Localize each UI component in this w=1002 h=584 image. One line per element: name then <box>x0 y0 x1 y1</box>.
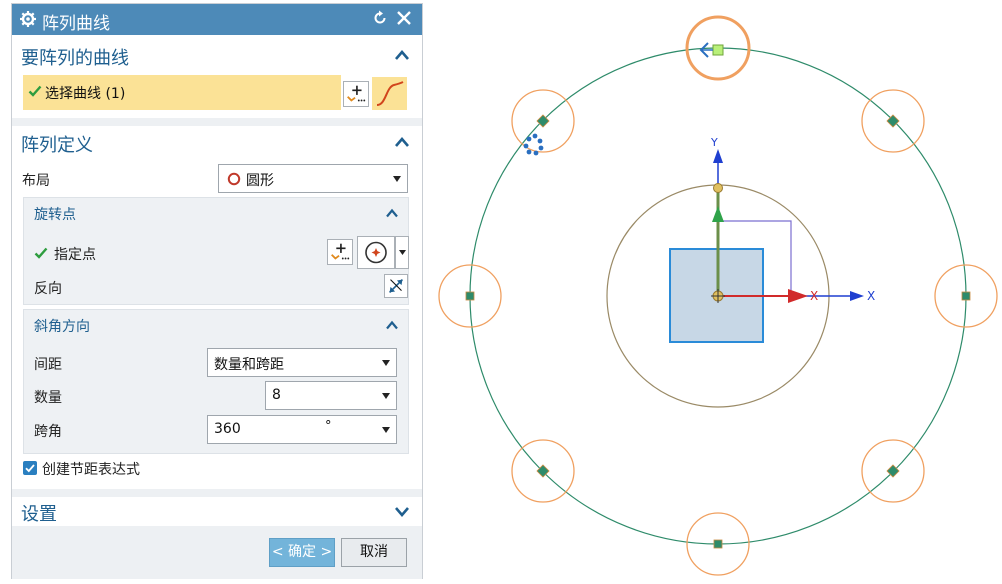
y-handle-arrow-icon[interactable] <box>712 206 724 222</box>
count-input[interactable]: 8 <box>265 381 397 410</box>
layout-label: 布局 <box>22 173 50 189</box>
angle-direction-group: 斜角方向 间距 数量和跨距 数量 8 跨角 360 ° <box>23 309 409 454</box>
title-bar: 阵列曲线 <box>12 4 422 35</box>
select-curve-row[interactable]: 选择曲线 (1) <box>23 75 341 110</box>
start-point-marker[interactable] <box>712 44 724 56</box>
array-curve-dialog: 阵列曲线 要阵列的曲线 选择曲线 (1) 阵列定义 布局 圆形 旋转点 指定点 … <box>11 3 423 579</box>
point-constructor-icon <box>365 241 387 264</box>
section-gap <box>12 118 422 126</box>
layout-dropdown[interactable]: 圆形 <box>218 164 408 193</box>
layout-value: 圆形 <box>246 173 274 189</box>
cancel-button[interactable]: 取消 <box>341 538 407 567</box>
angle-direction-header[interactable]: 斜角方向 <box>24 310 408 340</box>
spacing-label: 间距 <box>34 357 62 373</box>
x-axis-arrow-icon <box>850 291 864 301</box>
array-def-section-title: 阵列定义 <box>21 135 93 156</box>
span-value: 360 <box>214 421 241 437</box>
close-icon[interactable] <box>396 10 412 26</box>
curve-select-button[interactable] <box>372 77 407 110</box>
add-point-button[interactable] <box>327 239 353 265</box>
chevron-down-icon <box>382 427 390 433</box>
settings-section-title: 设置 <box>21 504 57 525</box>
create-expression-checkbox[interactable] <box>23 461 37 475</box>
checkmark-icon <box>28 85 42 97</box>
count-label: 数量 <box>34 390 62 406</box>
array-def-section-header[interactable]: 阵列定义 <box>12 127 422 157</box>
chevron-down-icon <box>382 360 390 366</box>
select-curve-label: 选择曲线 (1) <box>45 86 126 102</box>
point-marker <box>961 291 971 301</box>
point-marker <box>713 539 723 549</box>
reverse-direction-button[interactable] <box>384 274 408 298</box>
angle-direction-title: 斜角方向 <box>34 319 90 335</box>
point-dialog-button[interactable] <box>357 236 395 269</box>
circle-layout-icon <box>227 172 241 186</box>
checkbox-check-icon <box>25 464 35 473</box>
add-curve-button[interactable] <box>343 81 369 107</box>
create-expression-label: 创建节距表达式 <box>42 462 140 478</box>
curves-section-header[interactable]: 要阵列的曲线 <box>12 40 422 70</box>
chevron-up-icon[interactable] <box>394 48 410 62</box>
chevron-down-icon <box>399 250 406 255</box>
add-selection-icon <box>347 85 366 102</box>
chevron-up-icon[interactable] <box>386 208 398 218</box>
point-options-dropdown[interactable] <box>395 236 409 269</box>
reverse-direction-icon <box>388 278 404 294</box>
reset-icon[interactable] <box>372 10 388 26</box>
handle-knob[interactable] <box>713 183 723 193</box>
specify-point-label: 指定点 <box>54 247 96 263</box>
degree-unit: ° <box>325 419 332 434</box>
curve-icon <box>376 81 404 106</box>
checkmark-icon <box>34 247 48 259</box>
chevron-down-icon <box>382 393 390 399</box>
gear-icon <box>20 11 36 27</box>
rotation-point-title: 旋转点 <box>34 207 76 223</box>
curves-section-title: 要阵列的曲线 <box>21 48 129 69</box>
rotation-point-header[interactable]: 旋转点 <box>24 198 408 228</box>
span-label: 跨角 <box>34 424 62 440</box>
dialog-title: 阵列曲线 <box>42 14 110 34</box>
chevron-down-icon[interactable] <box>394 504 410 518</box>
chevron-up-icon[interactable] <box>394 135 410 149</box>
y-axis-arrow-icon <box>713 149 723 163</box>
ok-button[interactable]: < 确定 > <box>269 538 335 567</box>
rotation-point-group: 旋转点 指定点 反向 <box>23 197 409 305</box>
x-handle-label: X <box>810 289 818 303</box>
graphics-viewport[interactable]: Y X X <box>430 0 1002 584</box>
add-selection-icon <box>331 243 350 260</box>
settings-section-header[interactable]: 设置 <box>12 496 422 526</box>
chevron-up-icon[interactable] <box>386 320 398 330</box>
span-input[interactable]: 360 ° <box>207 415 397 444</box>
spacing-dropdown[interactable]: 数量和跨距 <box>207 348 397 377</box>
count-value: 8 <box>272 387 281 403</box>
x-axis-label: X <box>867 289 875 303</box>
spacing-value: 数量和跨距 <box>214 357 284 373</box>
point-marker <box>465 291 475 301</box>
y-axis-label: Y <box>710 136 718 149</box>
x-handle-arrow-icon[interactable] <box>788 289 808 303</box>
reverse-label: 反向 <box>34 281 62 297</box>
chevron-down-icon <box>393 176 401 182</box>
